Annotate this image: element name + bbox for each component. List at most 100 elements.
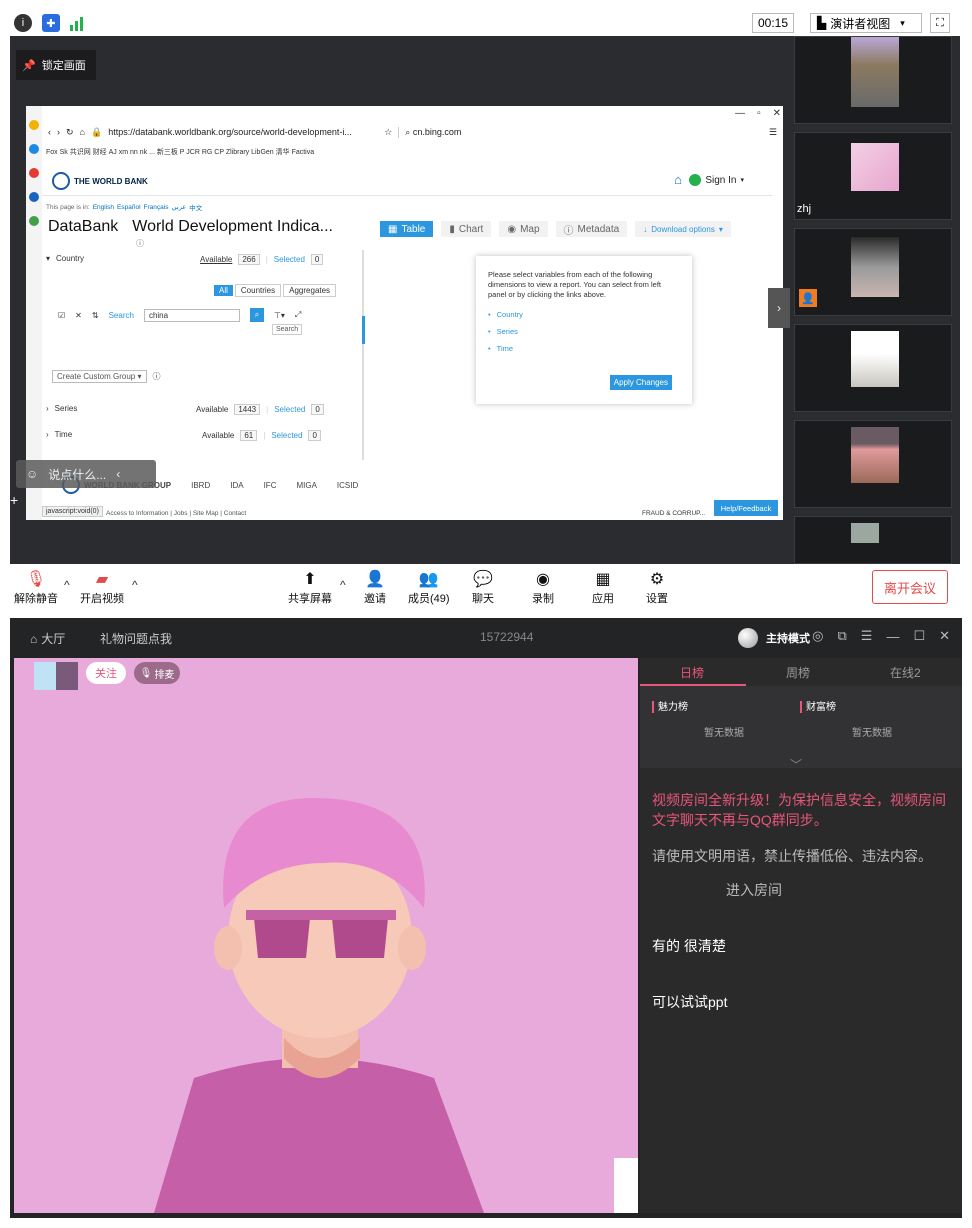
start-video-button[interactable]: ▰ 开启视频 (80, 568, 124, 606)
lock-view-button[interactable]: 📌 锁定画面 (16, 50, 96, 80)
signal-icon[interactable] (70, 15, 83, 31)
selected-label[interactable]: Selected (271, 431, 302, 440)
participant-tile[interactable] (794, 516, 952, 564)
participant-tile[interactable]: zhj (794, 132, 952, 220)
tab-map[interactable]: ◉ Map (499, 221, 548, 237)
footer-ibrd[interactable]: IBRD (191, 481, 210, 490)
help-icon[interactable]: ⓘ (153, 371, 161, 382)
worldbank-logo[interactable]: THE WORLD BANK (52, 172, 148, 190)
chevron-left-icon[interactable]: ‹ (116, 467, 120, 481)
tab-metadata[interactable]: ⓘ Metadata (555, 221, 628, 237)
expand-icon[interactable]: ⤢ (295, 310, 301, 320)
filter-aggregates-button[interactable]: Aggregates (283, 284, 337, 297)
sort-icon[interactable]: ⇅ (92, 311, 99, 320)
filter-all-button[interactable]: All (214, 285, 233, 296)
queue-mic-button[interactable]: 🎙 排麦 (134, 662, 180, 684)
panel-divider[interactable] (362, 250, 364, 460)
reload-icon[interactable]: ↻ (66, 127, 74, 138)
popout-icon[interactable]: ⧉ (837, 628, 846, 644)
minimize-icon[interactable]: — (886, 629, 899, 644)
plus-icon[interactable]: + (10, 492, 18, 508)
restore-icon[interactable]: ▫ (757, 108, 761, 119)
chevron-down-icon[interactable]: ﹀ (790, 756, 802, 773)
country-header[interactable]: ▾ Country (46, 254, 84, 263)
chevron-up-icon[interactable]: ^ (340, 578, 346, 592)
settings-icon[interactable]: ◎ (812, 628, 823, 644)
fraud-link[interactable]: FRAUD & CORRUP... (642, 510, 705, 517)
country-search-input[interactable]: china (143, 308, 240, 322)
lang-english[interactable]: English (93, 204, 114, 211)
maximize-icon[interactable]: ☐ (913, 628, 925, 644)
available-label[interactable]: Available (196, 405, 228, 414)
close-icon[interactable]: ✕ (939, 628, 950, 644)
selected-label[interactable]: Selected (274, 255, 305, 264)
footer-links[interactable]: Access to Information | Jobs | Site Map … (106, 510, 246, 517)
fullscreen-icon[interactable]: ⛶ (930, 13, 950, 33)
unmute-button[interactable]: 🎙 解除静音 (14, 568, 58, 606)
emoji-icon[interactable]: ☺ (26, 467, 38, 481)
sign-in-link[interactable]: Sign In ▾ (689, 174, 744, 186)
download-options-button[interactable]: ↓ Download options ▾ (635, 221, 731, 237)
info-icon[interactable]: i (14, 14, 32, 32)
speaker-view-button[interactable]: ▙ 演讲者视图 ▾ (810, 13, 922, 33)
panel-resize-handle[interactable] (362, 316, 365, 344)
participant-tile[interactable] (794, 324, 952, 412)
selected-label[interactable]: Selected (274, 405, 305, 414)
star-icon[interactable]: ☆ (384, 127, 392, 138)
members-button[interactable]: 👥 成员(49) (408, 568, 450, 606)
info-item-series[interactable]: • Series (488, 327, 680, 336)
footer-icsid[interactable]: ICSID (337, 481, 358, 490)
invite-button[interactable]: 👤 邀请 (364, 568, 386, 606)
footer-miga[interactable]: MIGA (296, 481, 316, 490)
chat-button[interactable]: 💬 聊天 (472, 568, 494, 606)
filter-icon[interactable]: ⊤▾ (274, 311, 285, 320)
record-button[interactable]: ◉ 录制 (532, 568, 554, 606)
lang-spanish[interactable]: Español (117, 204, 141, 211)
tab-chart[interactable]: ▮ Chart (441, 221, 492, 237)
apply-changes-button[interactable]: Apply Changes (609, 375, 672, 390)
back-icon[interactable]: ‹ (48, 127, 51, 137)
minimize-icon[interactable]: — (735, 108, 745, 119)
tab-weekly[interactable]: 周榜 (786, 664, 810, 681)
chevron-up-icon[interactable]: ^ (64, 578, 70, 592)
bookmarks-text[interactable]: Fox Sk 共识网 财经 AJ xm nn nk ... 新三板 P JCR … (46, 147, 314, 157)
menu-icon[interactable]: ☰ (861, 628, 873, 644)
footer-ifc[interactable]: IFC (264, 481, 277, 490)
shield-icon[interactable]: ✚ (42, 14, 60, 32)
host-avatar[interactable] (34, 662, 78, 690)
filter-countries-button[interactable]: Countries (234, 284, 282, 297)
available-label[interactable]: Available (202, 431, 234, 440)
search-engine-field[interactable]: ⌕ cn.bing.com (398, 126, 548, 138)
footer-ida[interactable]: IDA (230, 481, 243, 490)
leave-meeting-button[interactable]: 离开会议 (872, 570, 948, 604)
lang-chinese[interactable]: 中文 (189, 202, 202, 212)
create-custom-group-dropdown[interactable]: Create Custom Group ▾ (52, 370, 147, 383)
follow-button[interactable]: 关注 (86, 662, 126, 684)
chat-input-overlay[interactable]: ☺ 说点什么... ‹ (16, 460, 156, 488)
participant-tile[interactable]: 👤 (794, 228, 952, 316)
collapse-panel-button[interactable]: › (768, 288, 790, 328)
menu-icon[interactable]: ☰ (769, 127, 777, 138)
lang-arabic[interactable]: عربي (171, 203, 186, 211)
participant-tile[interactable] (794, 420, 952, 508)
available-label[interactable]: Available (200, 255, 232, 264)
info-item-time[interactable]: • Time (488, 344, 680, 353)
tab-daily[interactable]: 日榜 (680, 664, 704, 681)
info-item-country[interactable]: • Country (488, 310, 680, 319)
share-screen-button[interactable]: ⬆ 共享屏幕 (288, 568, 332, 606)
nav-home[interactable]: ⌂ 大厅 (30, 630, 65, 647)
search-label[interactable]: Search (109, 311, 134, 320)
forward-icon[interactable]: › (57, 127, 60, 137)
help-feedback-button[interactable]: Help/Feedback (714, 500, 778, 516)
clear-icon[interactable]: ✕ (75, 311, 82, 320)
tab-table[interactable]: ▦ Table (380, 221, 434, 237)
host-mode[interactable]: 主持模式 (738, 628, 810, 648)
chevron-up-icon[interactable]: ^ (132, 578, 138, 592)
close-icon[interactable]: ✕ (773, 108, 781, 119)
home-icon[interactable]: ⌂ (80, 127, 85, 137)
apps-button[interactable]: ▦ 应用 (592, 568, 614, 606)
nav-gifts[interactable]: 礼物问题点我 (100, 630, 172, 647)
check-all-icon[interactable]: ☑ (58, 311, 65, 320)
series-header[interactable]: › Series (46, 404, 77, 413)
address-field[interactable]: https://databank.worldbank.org/source/wo… (108, 127, 378, 137)
